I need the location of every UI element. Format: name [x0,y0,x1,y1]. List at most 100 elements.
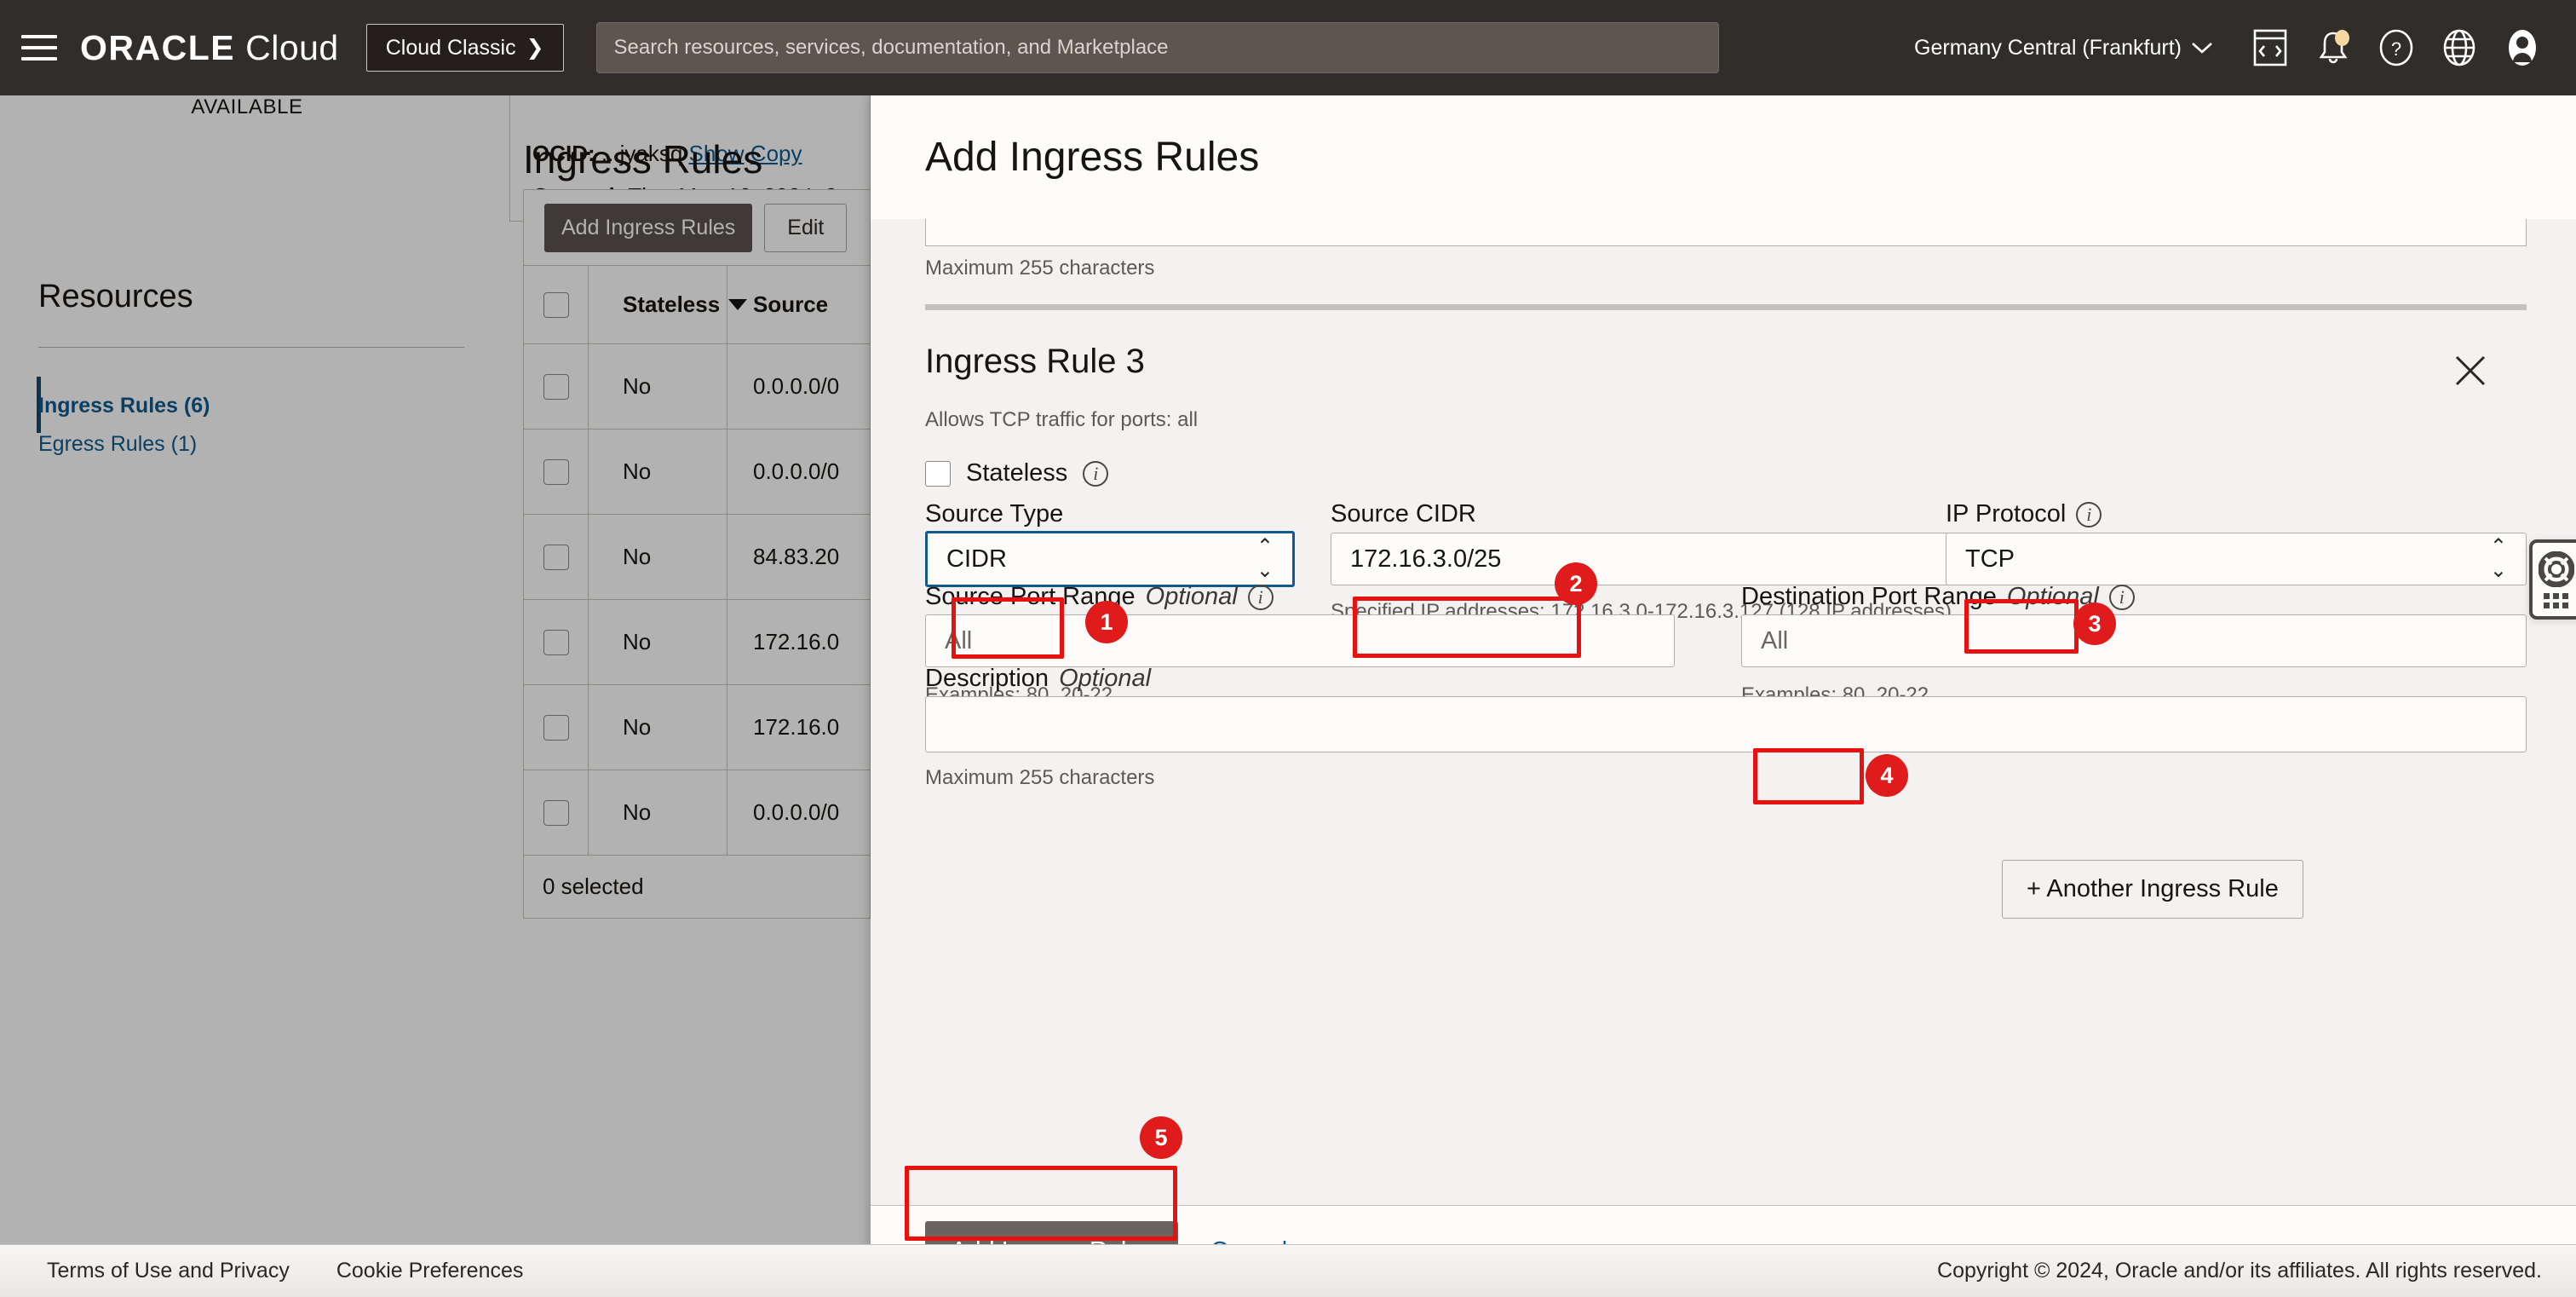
close-x-icon[interactable] [2445,345,2496,396]
cell-stateless: No [588,344,727,429]
another-ingress-rule-button[interactable]: + Another Ingress Rule [2002,860,2303,919]
stepper-arrows-icon[interactable]: ⌃ ⌄ [1256,537,1274,581]
previous-description-input[interactable] [925,219,2527,246]
search-input[interactable] [613,36,1701,60]
hamburger-menu-icon[interactable] [15,24,63,72]
annotation-number-5: 5 [1140,1116,1182,1159]
copyright-text: Copyright © 2024, Oracle and/or its affi… [1937,1259,2542,1283]
background-left-region: AVAILABLE Resources Ingress Rules (6) Eg… [0,0,871,1253]
source-port-range-optional: Optional [1145,583,1238,610]
cell-stateless: No [588,515,727,599]
add-ingress-rules-panel: Add Ingress Rules Maximum 255 characters… [871,95,2576,1297]
lifebuoy-support-icon[interactable] [2529,539,2576,620]
stateless-label: Stateless [966,459,1068,487]
row-select-cell [524,629,588,655]
cell-stateless: No [588,685,727,770]
select-all-cell [524,291,588,318]
info-icon[interactable]: i [1247,584,1274,610]
table-row[interactable]: No 84.83.20 [524,514,870,599]
row-select-cell [524,714,588,741]
top-navigation-bar: ORACLE Cloud Cloud Classic ❯ Germany Cen… [0,0,2576,95]
add-ingress-rules-button[interactable]: Add Ingress Rules [544,203,753,252]
column-header-stateless[interactable]: Stateless [588,266,748,343]
table-row[interactable]: No 172.16.0 [524,684,870,770]
table-selection-count: 0 selected [524,855,870,918]
cell-source: 0.0.0.0/0 [727,429,870,514]
source-type-label: Source Type [925,500,1064,527]
source-port-range-placeholder: All [945,626,973,654]
row-select-cell [524,544,588,570]
destination-port-range-label-text: Destination Port Range [1741,583,1997,610]
source-port-range-field[interactable]: All [925,614,1675,667]
stepper-arrows-icon[interactable]: ⌃ ⌄ [2490,537,2507,581]
table-row[interactable]: No 0.0.0.0/0 [524,343,870,429]
source-type-value: CIDR [946,545,1007,573]
brand-oracle-text: ORACLE [80,27,236,67]
ip-protocol-value: TCP [1965,545,2015,573]
annotation-number-3: 3 [2073,602,2116,645]
cookie-preferences-link[interactable]: Cookie Preferences [336,1259,524,1283]
cloud-shell-icon[interactable] [2239,16,2302,79]
table-row[interactable]: No 0.0.0.0/0 [524,429,870,514]
rule-subtitle: Allows TCP traffic for ports: all [925,408,1199,431]
column-header-source[interactable]: Source [727,266,870,343]
terms-of-use-link[interactable]: Terms of Use and Privacy [47,1259,290,1283]
destination-port-range-field[interactable]: All [1741,614,2527,667]
panel-header: Add Ingress Rules [871,95,2576,219]
brand-cloud-text: Cloud [245,27,339,67]
row-checkbox[interactable] [543,544,569,570]
destination-port-range-label: Destination Port Range Optional i [1741,583,2135,611]
row-checkbox[interactable] [543,799,569,826]
row-checkbox[interactable] [543,373,569,400]
stateless-checkbox[interactable] [925,460,951,487]
row-checkbox[interactable] [543,714,569,741]
panel-body: Maximum 255 characters Ingress Rule 3 Al… [871,219,2576,1269]
table-row[interactable]: No 172.16.0 [524,599,870,684]
notifications-bell-icon[interactable] [2302,16,2365,79]
description-label: Description Optional [925,665,1151,693]
lifebuoy-glyph [2538,551,2574,587]
row-select-cell [524,373,588,400]
row-select-cell [524,799,588,826]
ip-protocol-label: IP Protocol i [1946,500,2102,528]
region-selector[interactable]: Germany Central (Frankfurt) [1914,36,2213,61]
global-search-box[interactable] [595,22,1719,73]
table-toolbar: Add Ingress Rules Edit [524,190,870,265]
info-icon[interactable]: i [2076,501,2102,527]
sidebar-item-egress-rules[interactable]: Egress Rules (1) [38,432,197,457]
description-field[interactable] [925,696,2527,752]
source-type-field[interactable]: CIDR ⌃ ⌄ [925,531,1295,587]
column-header-stateless-label: Stateless [623,291,721,317]
cloud-classic-button[interactable]: Cloud Classic ❯ [365,24,564,72]
cell-stateless: No [588,770,727,855]
ip-protocol-field[interactable]: TCP ⌃ ⌄ [1946,533,2527,585]
panel-title: Add Ingress Rules [925,135,1260,180]
source-cidr-value: 172.16.3.0/25 [1350,545,1502,573]
source-cidr-label: Source CIDR [1331,500,1476,527]
resources-heading: Resources [38,279,193,314]
sidebar-item-ingress-rules[interactable]: Ingress Rules (6) [38,394,210,418]
apps-grid-icon [2544,592,2568,608]
table-header-row: Stateless Source [524,265,870,343]
edit-button[interactable]: Edit [764,203,848,252]
ingress-rules-heading: Ingress Rules [523,137,763,182]
table-row[interactable]: No 0.0.0.0/0 [524,770,870,855]
source-cidr-field[interactable]: 172.16.3.0/25 [1331,533,1952,585]
row-checkbox[interactable] [543,629,569,655]
rule-heading: Ingress Rule 3 [925,343,1145,380]
chevron-down-icon [2192,43,2212,54]
nav-right-cluster: Germany Central (Frankfurt) ? [1914,16,2576,79]
info-icon[interactable]: i [2108,584,2135,610]
select-all-checkbox[interactable] [543,291,569,318]
language-globe-icon[interactable] [2428,16,2491,79]
cell-source: 84.83.20 [727,515,870,599]
row-checkbox[interactable] [543,458,569,485]
row-select-cell [524,458,588,485]
help-question-icon[interactable]: ? [2365,16,2428,79]
stateless-checkbox-row[interactable]: Stateless i [925,459,1109,487]
resources-sidebar: AVAILABLE Resources Ingress Rules (6) Eg… [0,95,494,1253]
previous-description-hint: Maximum 255 characters [925,257,1155,280]
user-avatar-icon[interactable] [2491,16,2554,79]
info-icon[interactable]: i [1083,460,1109,487]
oracle-cloud-logo[interactable]: ORACLE Cloud [80,28,339,68]
